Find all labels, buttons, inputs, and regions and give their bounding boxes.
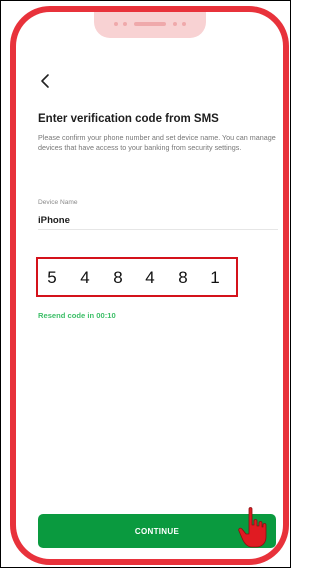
resend-timer: 00:10 — [96, 311, 116, 320]
code-digit: 8 — [113, 268, 123, 287]
device-name-field[interactable]: iPhone — [38, 215, 70, 226]
verification-code-input[interactable]: 5 4 8 4 8 1 — [36, 257, 238, 297]
code-digit: 1 — [210, 268, 220, 287]
device-name-underline — [38, 229, 278, 230]
page-title: Enter verification code from SMS — [38, 113, 219, 125]
screenshot-canvas: Enter verification code from SMS Please … — [0, 0, 291, 568]
notch-dot — [173, 22, 177, 26]
code-digit: 8 — [178, 268, 188, 287]
code-digit: 4 — [80, 268, 90, 287]
notch-speaker — [134, 22, 166, 26]
code-digit: 4 — [145, 268, 155, 287]
code-digit: 5 — [47, 268, 57, 287]
hand-pointer-icon — [238, 507, 267, 548]
notch-dot — [123, 22, 127, 26]
phone-notch — [94, 12, 206, 38]
chevron-left-icon[interactable] — [38, 72, 52, 90]
instruction-text: Please confirm your phone number and set… — [38, 133, 276, 152]
phone-screen: Enter verification code from SMS Please … — [16, 12, 283, 559]
resend-code-link[interactable]: Resend code in 00:10 — [38, 311, 116, 320]
phone-frame: Enter verification code from SMS Please … — [10, 6, 289, 565]
device-name-label: Device Name — [38, 199, 78, 206]
notch-dot — [114, 22, 118, 26]
notch-dot — [182, 22, 186, 26]
resend-code-label: Resend code in — [38, 311, 95, 320]
